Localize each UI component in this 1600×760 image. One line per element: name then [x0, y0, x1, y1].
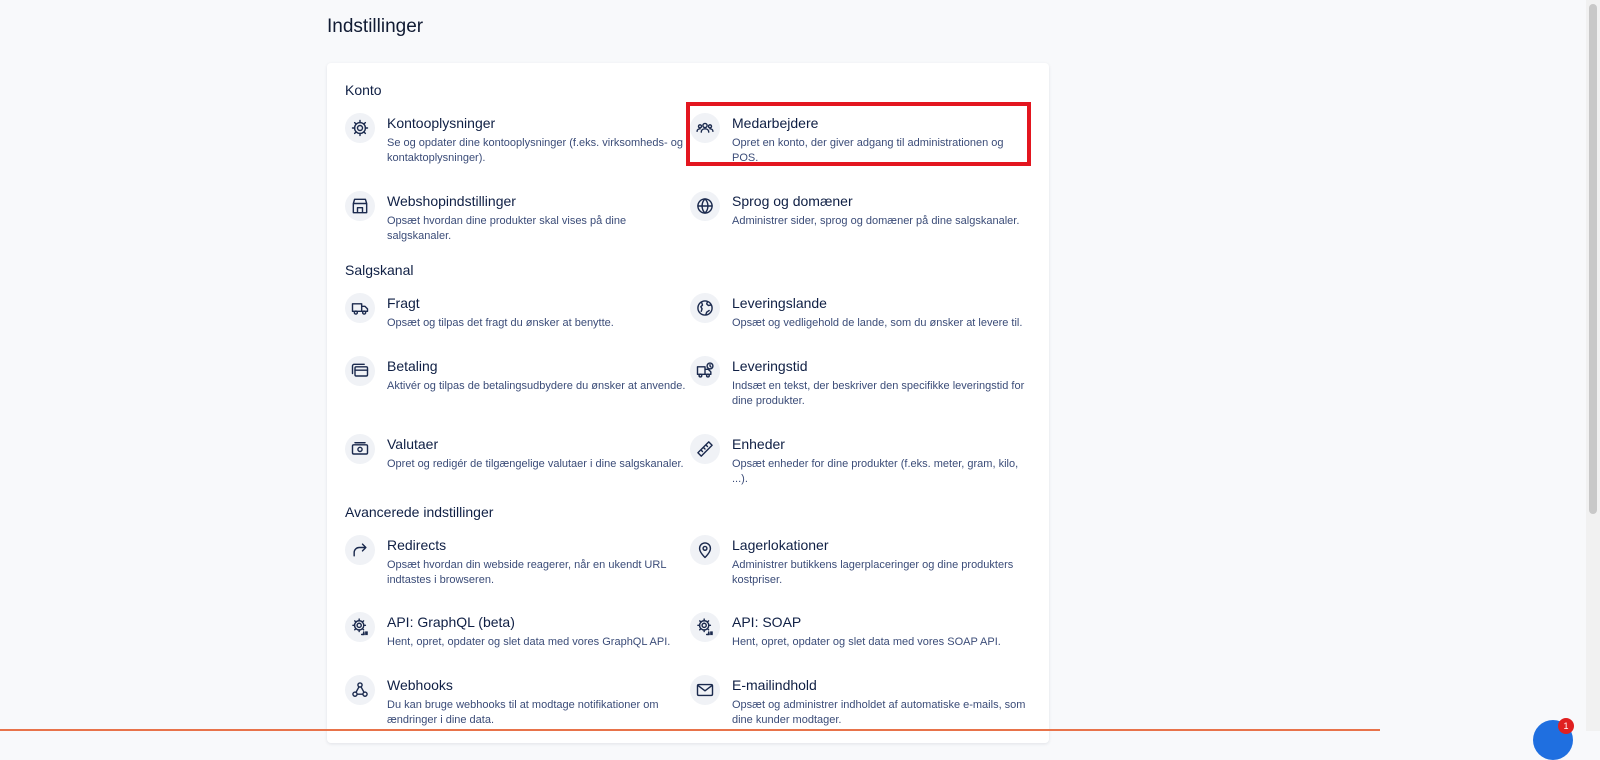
truck-icon [345, 293, 375, 323]
item-name: Kontooplysninger [387, 115, 496, 131]
item-description: Administrer butikkens lagerplaceringer o… [732, 559, 1014, 586]
item-name: Leveringslande [732, 295, 827, 311]
gear-icon [345, 113, 375, 143]
item-name: Webhooks [387, 677, 453, 693]
redirect-icon [345, 535, 375, 565]
item-name: Lagerlokationer [732, 537, 829, 553]
webhook-icon [345, 675, 375, 705]
delivery-time-icon [690, 356, 720, 386]
item-name: API: SOAP [732, 614, 802, 630]
item-name: Redirects [387, 537, 447, 553]
item-description: Hent, opret, opdater og slet data med vo… [387, 636, 671, 648]
item-name: API: GraphQL (beta) [387, 614, 515, 630]
mail-icon [690, 675, 720, 705]
item-description: Opret og redigér de tilgængelige valutae… [387, 458, 684, 470]
location-pin-icon [690, 535, 720, 565]
globe-icon [690, 191, 720, 221]
item-name: Leveringstid [732, 358, 808, 374]
store-icon [345, 191, 375, 221]
item-description: Du kan bruge webhooks til at modtage not… [387, 699, 659, 726]
item-name: E-mailindhold [732, 677, 817, 693]
item-description: Opsæt hvordan dine produkter skal vises … [387, 215, 627, 242]
item-name: Betaling [387, 358, 438, 374]
item-description: Administrer sider, sprog og domæner på d… [732, 215, 1020, 227]
payment-icon [345, 356, 375, 386]
item-name: Webshopindstillinger [387, 193, 516, 209]
item-name: Fragt [387, 295, 420, 311]
item-description: Opsæt og tilpas det fragt du ønsker at b… [387, 317, 614, 329]
item-description: Opret en konto, der giver adgang til adm… [732, 137, 1004, 164]
scrollbar-thumb[interactable] [1589, 4, 1597, 514]
ruler-icon [690, 434, 720, 464]
section-title-avanceret: Avancerede indstillinger [345, 504, 494, 520]
item-description: Opsæt hvordan din webside reagerer, når … [387, 559, 667, 586]
item-description: Aktivér og tilpas de betalingsudbydere d… [387, 380, 686, 392]
item-name: Sprog og domæner [732, 193, 853, 209]
chat-notification-badge: 1 [1558, 718, 1574, 734]
item-description: Hent, opret, opdater og slet data med vo… [732, 636, 1001, 648]
earth-icon [690, 293, 720, 323]
settings-card: Konto Kontooplysninger Se og opdater din… [327, 63, 1049, 743]
api-gear-icon [345, 612, 375, 642]
item-name: Medarbejdere [732, 115, 819, 131]
item-name: Enheder [732, 436, 785, 452]
section-title-salgskanal: Salgskanal [345, 262, 414, 278]
api-gear-icon [690, 612, 720, 642]
page-title: Indstillinger [327, 16, 424, 37]
item-description: Se og opdater dine kontooplysninger (f.e… [387, 137, 683, 164]
item-description: Opsæt og administrer indholdet af automa… [732, 699, 1026, 726]
scrollbar[interactable] [1586, 0, 1600, 731]
item-description: Opsæt enheder for dine produkter (f.eks.… [732, 458, 1019, 485]
cash-icon [345, 434, 375, 464]
item-name: Valutaer [387, 436, 439, 452]
item-description: Opsæt og vedligehold de lande, som du øn… [732, 317, 1023, 329]
item-description: Indsæt en tekst, der beskriver den speci… [732, 380, 1025, 407]
section-title-konto: Konto [345, 82, 382, 98]
users-icon [690, 113, 720, 143]
